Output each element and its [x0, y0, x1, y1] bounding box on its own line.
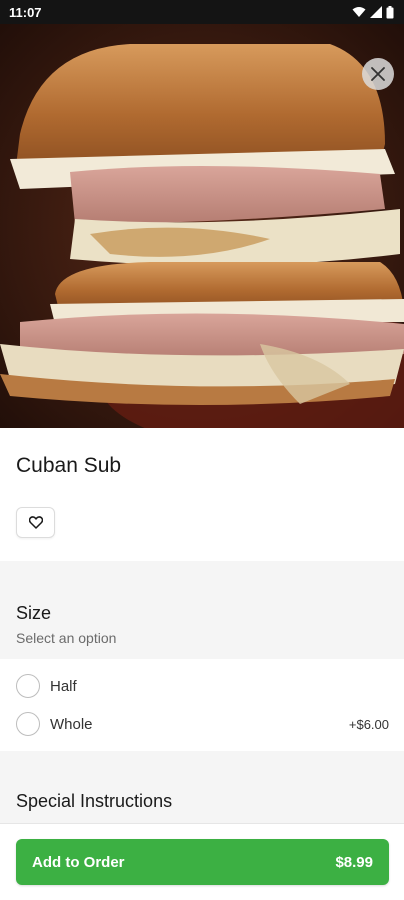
- option-half[interactable]: Half: [0, 667, 404, 705]
- wifi-icon: [352, 7, 366, 17]
- status-icons: [352, 5, 394, 19]
- option-label: Whole: [50, 715, 93, 733]
- cellular-signal-icon: [370, 6, 382, 18]
- item-title: Cuban Sub: [16, 454, 122, 477]
- favorite-button[interactable]: [16, 507, 55, 538]
- add-to-order-button[interactable]: Add to Order $8.99: [16, 839, 389, 885]
- radio-button[interactable]: [16, 712, 40, 736]
- section-divider: [0, 561, 404, 583]
- special-instructions-title: Special Instructions: [16, 791, 173, 811]
- item-header: Cuban Sub: [0, 428, 404, 561]
- close-button[interactable]: [362, 58, 394, 90]
- size-subtitle: Select an option: [16, 630, 117, 646]
- special-instructions-header: Special Instructions: [0, 773, 404, 823]
- option-whole[interactable]: Whole +$6.00: [0, 705, 404, 743]
- option-price: +$6.00: [348, 716, 389, 732]
- cuban-sandwich-image: [0, 24, 404, 428]
- heart-icon: [28, 516, 43, 529]
- close-icon: [371, 67, 385, 81]
- status-time: 11:07: [9, 4, 42, 20]
- radio-button[interactable]: [16, 674, 40, 698]
- order-total-price: $8.99: [335, 853, 373, 871]
- bottom-action-bar: Add to Order $8.99: [0, 823, 404, 900]
- add-to-order-label: Add to Order: [32, 853, 125, 871]
- option-label: Half: [50, 677, 77, 695]
- size-options: Half Whole +$6.00: [0, 659, 404, 751]
- battery-icon: [386, 5, 394, 18]
- status-bar: 11:07: [0, 0, 404, 24]
- item-photo: [0, 24, 404, 428]
- size-title: Size: [16, 603, 52, 623]
- size-section-header: Size Select an option: [0, 583, 404, 659]
- section-divider: [0, 751, 404, 773]
